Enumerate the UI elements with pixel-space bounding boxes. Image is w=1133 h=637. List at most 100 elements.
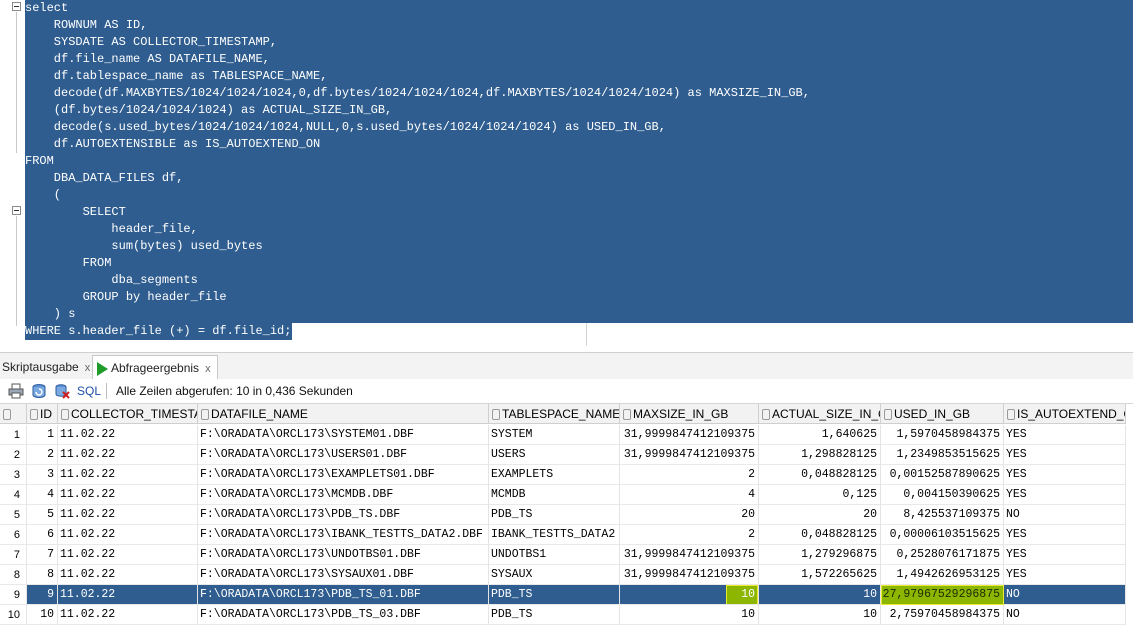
code-line[interactable]: SELECT [25, 204, 1133, 221]
cell-act[interactable]: 1,298828125 [759, 445, 881, 465]
cell-file[interactable]: F:\ORADATA\ORCL173\PDB_TS.DBF [198, 505, 489, 525]
code-line[interactable]: df.AUTOEXTENSIBLE as IS_AUTOEXTEND_ON [25, 136, 1133, 153]
cell-max[interactable]: 31,9999847412109375 [620, 545, 759, 565]
cell-id[interactable]: 9 [27, 585, 58, 605]
cell-act[interactable]: 0,048828125 [759, 525, 881, 545]
cell-auto[interactable]: YES [1004, 545, 1126, 565]
cell-ts[interactable]: 11.02.22 [58, 525, 198, 545]
cell-used[interactable]: 1,4942626953125 [881, 565, 1004, 585]
cell-id[interactable]: 8 [27, 565, 58, 585]
cell-act[interactable]: 1,572265625 [759, 565, 881, 585]
cell-id[interactable]: 7 [27, 545, 58, 565]
cell-ts[interactable]: 11.02.22 [58, 485, 198, 505]
result-grid[interactable]: IDCOLLECTOR_TIMESTAMPDATAFILE_NAMETABLES… [0, 404, 1133, 637]
cell-max[interactable]: 10 [620, 605, 759, 625]
cell-used[interactable]: 8,425537109375 [881, 505, 1004, 525]
cell-id[interactable]: 2 [27, 445, 58, 465]
cell-file[interactable]: F:\ORADATA\ORCL173\EXAMPLETS01.DBF [198, 465, 489, 485]
cell-tbs[interactable]: MCMDB [489, 485, 620, 505]
cell-act[interactable]: 10 [759, 585, 881, 605]
cell-auto[interactable]: NO [1004, 505, 1126, 525]
cell-auto[interactable]: YES [1004, 465, 1126, 485]
cell-file[interactable]: F:\ORADATA\ORCL173\USERS01.DBF [198, 445, 489, 465]
table-row[interactable]: 2 2 11.02.22 F:\ORADATA\ORCL173\USERS01.DBF… [0, 445, 1133, 465]
code-line[interactable]: sum(bytes) used_bytes [25, 238, 1133, 255]
row-number[interactable]: 1 [0, 425, 27, 445]
print-icon[interactable] [8, 383, 24, 399]
cell-act[interactable]: 1,640625 [759, 425, 881, 445]
cell-used[interactable]: 0,004150390625 [881, 485, 1004, 505]
code-line[interactable]: decode(df.MAXBYTES/1024/1024/1024,0,df.b… [25, 85, 1133, 102]
cell-file[interactable]: F:\ORADATA\ORCL173\UNDOTBS01.DBF [198, 545, 489, 565]
table-row[interactable]: 6 6 11.02.22 F:\ORADATA\ORCL173\IBANK_TESTT… [0, 525, 1133, 545]
table-row[interactable]: 4 4 11.02.22 F:\ORADATA\ORCL173\MCMDB.DBF MC… [0, 485, 1133, 505]
row-number[interactable]: 7 [0, 545, 27, 565]
row-number[interactable]: 2 [0, 445, 27, 465]
code-line[interactable]: ( [25, 187, 1133, 204]
cell-tbs[interactable]: USERS [489, 445, 620, 465]
cell-auto[interactable]: YES [1004, 565, 1126, 585]
cell-ts[interactable]: 11.02.22 [58, 585, 198, 605]
cell-max[interactable]: 20 [620, 505, 759, 525]
cell-used[interactable]: 0,2528076171875 [881, 545, 1004, 565]
close-icon[interactable]: x [205, 363, 211, 375]
table-row[interactable]: 7 7 11.02.22 F:\ORADATA\ORCL173\UNDOTBS01.D… [0, 545, 1133, 565]
cell-ts[interactable]: 11.02.22 [58, 465, 198, 485]
cell-file[interactable]: F:\ORADATA\ORCL173\IBANK_TESTTS_DATA2.DB… [198, 525, 489, 545]
table-row[interactable]: 1 1 11.02.22 F:\ORADATA\ORCL173\SYSTEM01.DB… [0, 425, 1133, 445]
row-number[interactable]: 4 [0, 485, 27, 505]
cell-max[interactable]: 31,9999847412109375 [620, 565, 759, 585]
cell-file[interactable]: F:\ORADATA\ORCL173\MCMDB.DBF [198, 485, 489, 505]
code-line[interactable]: FROM [25, 153, 1133, 170]
code-line[interactable]: df.tablespace_name as TABLESPACE_NAME, [25, 68, 1133, 85]
code-line[interactable]: header_file, [25, 221, 1133, 238]
cell-file[interactable]: F:\ORADATA\ORCL173\SYSTEM01.DBF [198, 425, 489, 445]
grid-corner[interactable] [0, 404, 27, 424]
column-header-datafile-name[interactable]: DATAFILE_NAME [198, 404, 489, 424]
code-line[interactable]: ROWNUM AS ID, [25, 17, 1133, 34]
row-number[interactable]: 5 [0, 505, 27, 525]
cell-file[interactable]: F:\ORADATA\ORCL173\SYSAUX01.DBF [198, 565, 489, 585]
cell-used[interactable]: 0,00152587890625 [881, 465, 1004, 485]
cell-tbs[interactable]: IBANK_TESTTS_DATA2 [489, 525, 620, 545]
cell-auto[interactable]: NO [1004, 605, 1126, 625]
row-number[interactable]: 9 [0, 585, 27, 605]
tab-script-output[interactable]: Skriptausgabe x [2, 355, 90, 379]
code-line[interactable]: (df.bytes/1024/1024/1024) as ACTUAL_SIZE… [25, 102, 1133, 119]
cell-max[interactable]: 2 [620, 465, 759, 485]
cell-tbs[interactable]: UNDOTBS1 [489, 545, 620, 565]
fold-toggle-icon[interactable] [12, 206, 21, 215]
code-line[interactable]: SYSDATE AS COLLECTOR_TIMESTAMP, [25, 34, 1133, 51]
code-line[interactable]: decode(s.used_bytes/1024/1024/1024,NULL,… [25, 119, 1133, 136]
cell-auto[interactable]: YES [1004, 525, 1126, 545]
cell-act[interactable]: 10 [759, 605, 881, 625]
cell-ts[interactable]: 11.02.22 [58, 505, 198, 525]
cell-tbs[interactable]: SYSAUX [489, 565, 620, 585]
column-header-id[interactable]: ID [27, 404, 58, 424]
column-header-tablespace-name[interactable]: TABLESPACE_NAME [489, 404, 620, 424]
sql-link[interactable]: SQL [77, 384, 101, 398]
cell-auto[interactable]: YES [1004, 445, 1126, 465]
code-line[interactable]: select [25, 0, 1133, 17]
code-line[interactable]: WHERE s.header_file (+) = df.file_id; [25, 323, 293, 340]
row-number[interactable]: 10 [0, 605, 27, 625]
cell-used[interactable]: 0,00006103515625 [881, 525, 1004, 545]
cell-id[interactable]: 10 [27, 605, 58, 625]
close-icon[interactable]: x [85, 362, 91, 374]
cell-id[interactable]: 1 [27, 425, 58, 445]
table-row[interactable]: 9 9 11.02.22 F:\ORADATA\ORCL173\PDB_TS_01.D… [0, 585, 1133, 605]
cell-act[interactable]: 1,279296875 [759, 545, 881, 565]
column-header-autoextend[interactable]: IS_AUTOEXTEND_ON [1004, 404, 1126, 424]
cell-id[interactable]: 5 [27, 505, 58, 525]
column-header-collector-timestamp[interactable]: COLLECTOR_TIMESTAMP [58, 404, 198, 424]
cell-ts[interactable]: 11.02.22 [58, 445, 198, 465]
refresh-icon[interactable] [31, 383, 47, 399]
table-row[interactable]: 5 5 11.02.22 F:\ORADATA\ORCL173\PDB_TS.DBF P… [0, 505, 1133, 525]
row-number[interactable]: 8 [0, 565, 27, 585]
cell-tbs[interactable]: SYSTEM [489, 425, 620, 445]
cell-id[interactable]: 3 [27, 465, 58, 485]
cell-used[interactable]: 1,2349853515625 [881, 445, 1004, 465]
cell-max[interactable]: 31,9999847412109375 [620, 425, 759, 445]
cell-act[interactable]: 20 [759, 505, 881, 525]
cell-ts[interactable]: 11.02.22 [58, 605, 198, 625]
